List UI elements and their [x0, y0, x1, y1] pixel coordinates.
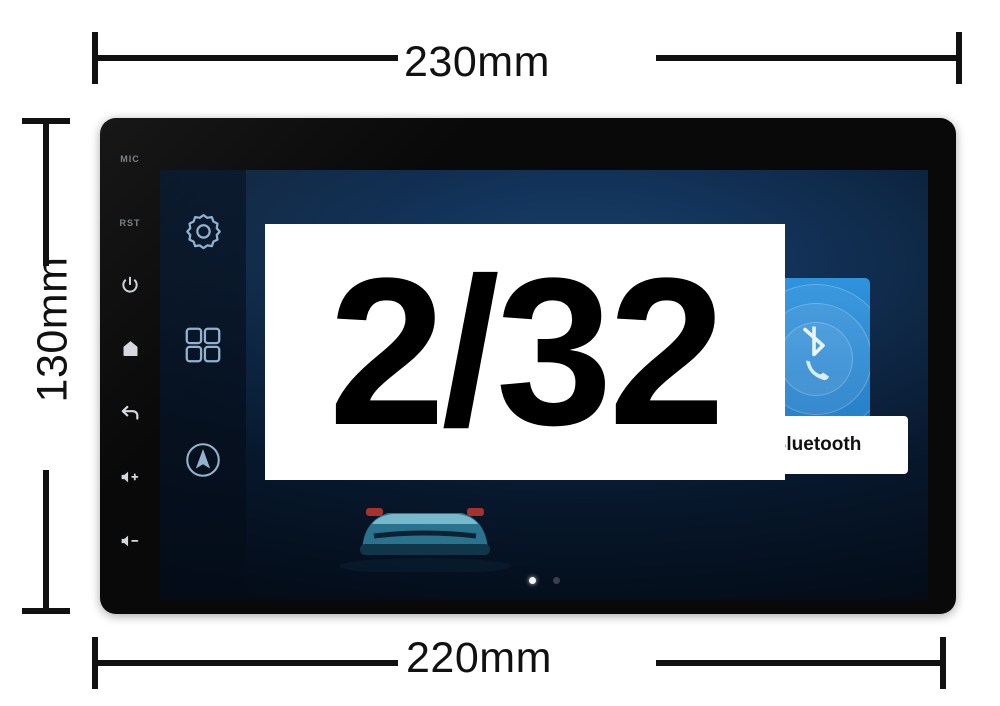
power-icon [120, 275, 140, 300]
left-dimension-line-bottom [43, 470, 49, 614]
physical-button-bezel: MIC RST [100, 118, 160, 614]
top-dimension-line-right [656, 55, 962, 61]
bottom-dimension-line-left [92, 660, 398, 666]
home-icon [120, 338, 141, 364]
home-button[interactable] [107, 320, 153, 382]
volume-up-button[interactable] [107, 448, 153, 510]
reset-label: RST [119, 218, 141, 228]
mic-button[interactable]: MIC [107, 128, 153, 190]
power-button[interactable] [107, 256, 153, 318]
bottom-dimension-cap-right [940, 637, 946, 689]
top-dimension-cap-right [956, 32, 962, 84]
bluetooth-phone-icon [784, 321, 848, 398]
app-rail [160, 170, 246, 600]
product-dimension-diagram: 230mm 130mm 220mm MIC RST Bluetooth 2/32 [0, 0, 1000, 706]
top-dimension-line-left [92, 55, 398, 61]
page-indicator [160, 577, 928, 584]
apps-grid-icon[interactable] [182, 324, 224, 371]
spec-overlay-text: 2/32 [328, 234, 726, 469]
left-dimension-label: 130mm [28, 256, 77, 403]
navigation-icon[interactable] [182, 439, 224, 486]
settings-icon[interactable] [183, 210, 224, 256]
bottom-dimension-label: 220mm [406, 634, 552, 682]
page-dot-1[interactable] [528, 577, 536, 584]
bluetooth-widget-label: Bluetooth [772, 434, 862, 455]
volume-down-icon [120, 533, 141, 554]
mic-label: MIC [120, 154, 140, 164]
volume-down-button[interactable] [107, 512, 153, 574]
back-icon [119, 402, 141, 429]
reset-button[interactable]: RST [107, 192, 153, 254]
spec-overlay-badge: 2/32 [265, 224, 785, 480]
left-dimension-cap-bottom [22, 608, 70, 614]
wallpaper-car-image [339, 508, 511, 572]
volume-up-icon [120, 469, 141, 490]
back-button[interactable] [107, 384, 153, 446]
bottom-dimension-line-right [656, 660, 946, 666]
top-dimension-label: 230mm [404, 38, 550, 86]
page-dot-2[interactable] [552, 577, 560, 584]
